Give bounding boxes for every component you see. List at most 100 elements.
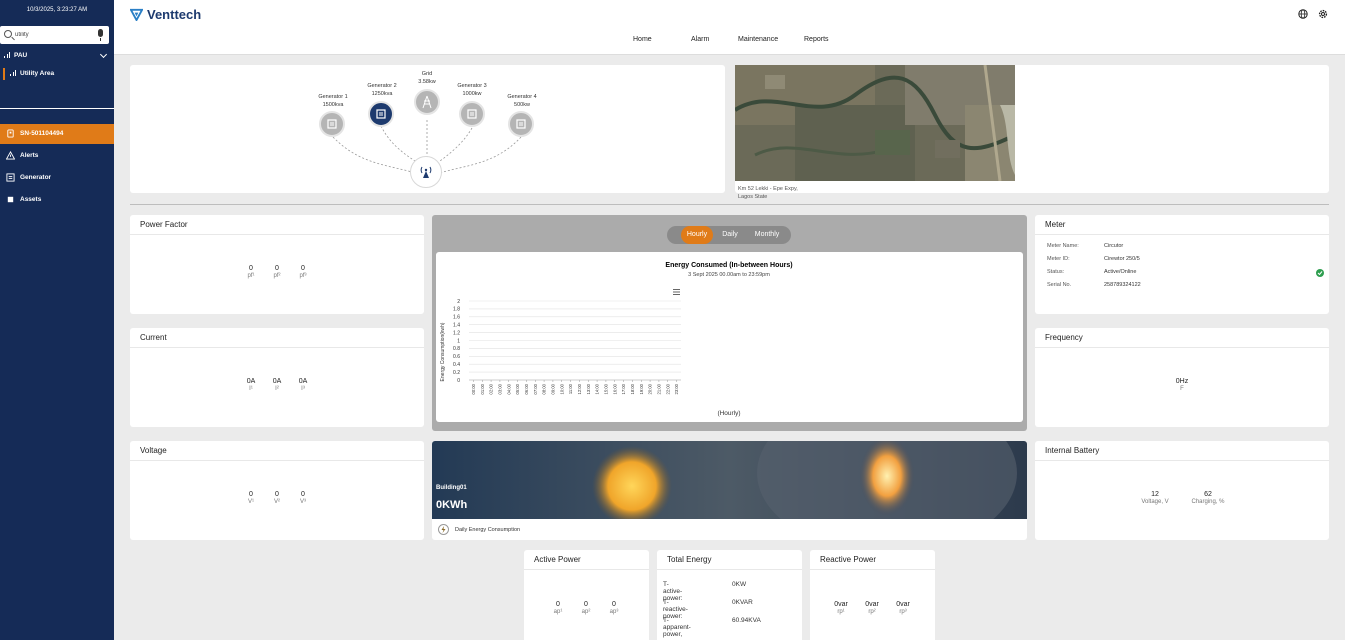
- search-input[interactable]: [15, 29, 90, 41]
- chart-xlabel: (Hourly): [717, 410, 740, 417]
- transmission-tower-icon: [422, 95, 432, 109]
- generator-3-node[interactable]: [459, 101, 485, 127]
- current-panel: Current 0A I¹ 0A I² 0A I³: [130, 328, 424, 427]
- sidebar-item-alerts[interactable]: Alerts: [0, 146, 114, 166]
- pf2-metric: 0 pf²: [273, 265, 281, 279]
- sidebar-item-utility-area[interactable]: Utility Area: [3, 68, 54, 80]
- v1-metric: 0 V¹: [248, 491, 254, 505]
- i1-metric: 0A I¹: [246, 378, 256, 392]
- generator-icon: [376, 109, 386, 119]
- sidebar-group-label: PAU: [14, 52, 28, 59]
- signal-bars-icon: [10, 70, 17, 76]
- nav-alarm[interactable]: Alarm: [691, 36, 709, 43]
- panel-title: Reactive Power: [820, 555, 877, 564]
- tab-hourly[interactable]: Hourly: [681, 226, 713, 244]
- gear-icon[interactable]: [1318, 9, 1328, 19]
- building-energy-value: 0KWh: [436, 499, 468, 511]
- chart-y-tick-label: 1.2: [453, 330, 460, 336]
- pf3-metric: 0 pf³: [299, 265, 307, 279]
- logo-icon: [130, 8, 143, 21]
- sidebar-item-assets[interactable]: Assets: [0, 190, 114, 210]
- location-map-panel: Km 52 Lekki - Epe Expy, Lagos State: [735, 65, 1329, 200]
- ap2-metric: 0 ap²: [581, 601, 591, 615]
- chart-x-tick-label: 05:00: [515, 383, 520, 394]
- chart-x-tick-label: 18:00: [630, 383, 635, 394]
- panel-title: Active Power: [534, 555, 581, 564]
- chart-y-tick-label: 1.6: [453, 315, 460, 321]
- panel-divider: [1035, 460, 1329, 461]
- building-caption: Daily Energy Consumption: [455, 527, 521, 533]
- sidebar: 10/3/2025, 3:23:27 AM PAU Utility Area S…: [0, 0, 114, 640]
- energy-chart-card: Energy Consumed (In-between Hours) 3 Sep…: [436, 252, 1023, 422]
- chart-y-tick-label: 0.8: [453, 346, 460, 352]
- search-box: [0, 26, 109, 44]
- nav-maintenance[interactable]: Maintenance: [738, 36, 778, 43]
- panel-title: Voltage: [140, 446, 167, 455]
- chevron-down-icon[interactable]: [99, 50, 108, 59]
- chart-x-tick-label: 11:00: [568, 383, 573, 394]
- chart-subtitle: 3 Sept 2025 00.00am to 23:59pm: [688, 272, 770, 278]
- panel-divider: [1035, 347, 1329, 348]
- generator-2-node[interactable]: [368, 101, 394, 127]
- building-banner-image: [432, 441, 1027, 519]
- chart-x-tick-label: 15:00: [603, 383, 608, 394]
- chart-y-tick-label: 0.4: [453, 362, 460, 368]
- globe-icon[interactable]: [1298, 9, 1308, 19]
- microphone-icon[interactable]: [98, 29, 103, 41]
- chart-x-tick-label: 16:00: [612, 383, 617, 394]
- chart-menu-icon[interactable]: [673, 289, 680, 295]
- v3-metric: 0 V³: [300, 491, 306, 505]
- nav-home[interactable]: Home: [633, 36, 652, 43]
- tab-daily[interactable]: Daily: [715, 226, 745, 244]
- ap1-metric: 0 ap¹: [553, 601, 563, 615]
- top-header: Venttech Home Alarm Maintenance Reports: [114, 0, 1345, 55]
- i3-metric: 0A I³: [298, 378, 308, 392]
- rp1-metric: 0var rp¹: [834, 601, 848, 615]
- chart-y-tick-label: 0: [457, 378, 460, 384]
- chart-x-tick-label: 04:00: [506, 383, 511, 394]
- panel-divider: [130, 234, 424, 235]
- i2-metric: 0A I²: [272, 378, 282, 392]
- total-energy-panel: Total Energy T- active-power: 0KW T-react…: [657, 550, 802, 640]
- chart-y-tick-label: 1.4: [453, 323, 460, 329]
- section-divider: [130, 204, 1329, 205]
- panel-divider: [810, 569, 935, 570]
- chart-y-tick-label: 1: [457, 338, 460, 344]
- chart-title: Energy Consumed (In-between Hours): [665, 262, 792, 269]
- generator-1-node[interactable]: [319, 111, 345, 137]
- brand-logo[interactable]: Venttech: [130, 6, 201, 22]
- sidebar-item-device[interactable]: SN-501104494: [0, 124, 114, 144]
- sidebar-item-label: Generator: [20, 174, 52, 181]
- battery-panel: Internal Battery 12 Voltage, V 62 Charging…: [1035, 441, 1329, 540]
- hub-node[interactable]: [410, 156, 442, 188]
- sidebar-item-label: SN-501104494: [20, 130, 64, 137]
- datetime-display: 10/3/2025, 3:23:27 AM: [26, 7, 88, 13]
- chart-x-tick-label: 22:00: [665, 383, 670, 394]
- chart-ylabel: Energy Consumption(kwh): [440, 322, 446, 381]
- generator-diagram-panel: Generator 1 1500kva Generator 2 1250kva Gr…: [130, 65, 725, 193]
- chart-y-tick-label: 2: [457, 299, 460, 305]
- sidebar-item-generator[interactable]: Generator: [0, 168, 114, 188]
- chart-y-tick-label: 1.8: [453, 307, 460, 313]
- panel-divider: [657, 569, 802, 570]
- chart-x-tick-label: 01:00: [480, 383, 485, 394]
- energy-chart: Energy Consumed (In-between Hours) 3 Sep…: [440, 262, 793, 417]
- sidebar-group-pau[interactable]: PAU: [4, 50, 108, 62]
- chart-x-tick-label: 12:00: [577, 383, 582, 394]
- chart-x-tick-label: 03:00: [497, 383, 502, 394]
- satellite-map-image[interactable]: [735, 65, 1015, 181]
- chart-x-tick-label: 07:00: [533, 383, 538, 394]
- nav-reports[interactable]: Reports: [804, 36, 829, 43]
- tab-monthly[interactable]: Monthly: [747, 226, 787, 244]
- generator-4-node[interactable]: [508, 111, 534, 137]
- panel-title: Power Factor: [140, 220, 188, 229]
- device-icon: [7, 129, 14, 138]
- active-power-panel: Active Power 0 ap¹ 0 ap² 0 ap³: [524, 550, 649, 640]
- sidebar-divider: [0, 108, 114, 109]
- chart-x-tick-label: 00:00: [471, 383, 476, 394]
- grid-node[interactable]: [414, 89, 440, 115]
- assets-icon: [7, 196, 14, 203]
- energy-badge-icon: [438, 524, 449, 535]
- panel-title: Total Energy: [667, 555, 712, 564]
- chart-x-tick-label: 09:00: [550, 383, 555, 394]
